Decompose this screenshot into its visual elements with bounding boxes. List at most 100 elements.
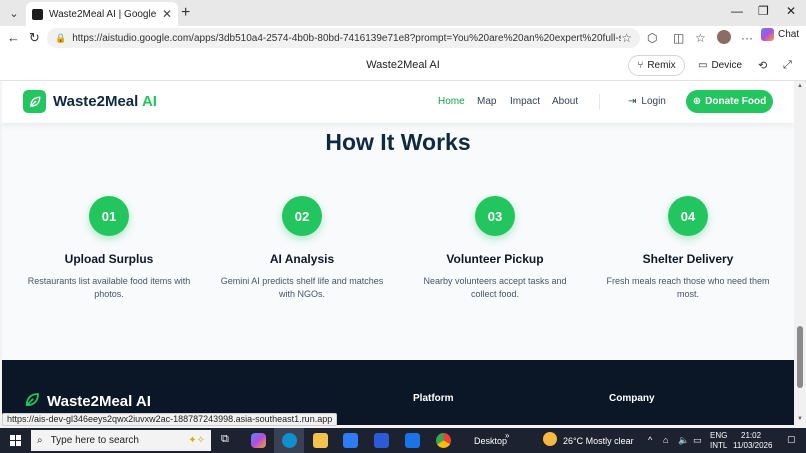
donate-food-button[interactable]: ⊕ Donate Food (686, 90, 773, 113)
clock-date[interactable]: 11/03/2026 (733, 441, 772, 450)
step-number: 04 (668, 196, 708, 236)
plus-circle-icon: ⊕ (692, 96, 702, 107)
login-label: Login (641, 96, 666, 107)
donate-label: Donate Food (705, 96, 767, 107)
rotate-icon[interactable]: ⟲ (758, 59, 767, 72)
clock-time[interactable]: 21:02 (741, 431, 761, 440)
new-tab-icon[interactable]: + (181, 4, 190, 22)
studio-app-title: Waste2Meal AI (366, 59, 440, 71)
device-icon: ▭ (697, 60, 708, 71)
nav-impact[interactable]: Impact (510, 96, 540, 107)
more-options-icon[interactable]: ··· (741, 31, 753, 45)
browser-tab-active[interactable]: Waste2Meal AI | Google AI Studio ✕ (26, 2, 178, 26)
store-icon[interactable] (343, 433, 358, 448)
brand-name-text: Waste2Meal (53, 93, 139, 110)
copilot-icon (761, 28, 774, 41)
nav-divider (599, 94, 600, 110)
step-title: Shelter Delivery (642, 252, 734, 266)
footer-brand-name: Waste2Meal AI (47, 393, 151, 410)
edge-browser-icon[interactable] (282, 433, 297, 448)
battery-icon[interactable]: ▭ (693, 435, 702, 446)
app-preview: Waste2Meal AI Home Map Impact About ⇥ Lo… (2, 81, 794, 425)
file-explorer-icon[interactable] (313, 433, 328, 448)
refresh-icon[interactable]: ↻ (29, 30, 40, 46)
leaf-logo-icon (23, 90, 46, 113)
footer-brand[interactable]: Waste2Meal AI (23, 391, 151, 412)
taskbar-search[interactable]: ⌕ Type here to search ✦✧ (31, 430, 211, 451)
search-placeholder: Type here to search (50, 435, 139, 446)
weather-text[interactable]: 26°C Mostly clear (563, 436, 634, 446)
brand-name-ai: AI (141, 93, 157, 110)
footer-heading-platform: Platform (413, 393, 454, 404)
step-number: 02 (282, 196, 322, 236)
maximize-icon[interactable]: ❐ (758, 4, 769, 18)
split-screen-icon[interactable]: ◫ (673, 31, 684, 45)
back-icon[interactable]: ← (7, 30, 20, 45)
tray-chevron-icon[interactable]: ^ (648, 435, 652, 445)
chrome-icon[interactable] (436, 433, 451, 448)
leaf-icon (23, 391, 41, 412)
task-view-icon[interactable]: ⧉ (221, 433, 236, 448)
login-icon: ⇥ (628, 96, 637, 107)
step-description: Restaurants list available food items wi… (27, 276, 191, 299)
studio-header: Waste2Meal AI ⑂ Remix ▭ Device ⟲ ⤢ (0, 50, 806, 81)
weather-icon[interactable] (543, 432, 557, 446)
favorites-icon[interactable]: ☆ (695, 31, 706, 45)
lang-code[interactable]: ENG (710, 431, 727, 440)
brand[interactable]: Waste2Meal AI (23, 90, 157, 113)
copilot-taskbar-icon[interactable] (251, 433, 266, 448)
url-text[interactable]: https://aistudio.google.com/apps/3db510a… (72, 33, 621, 44)
step-title: Upload Surplus (64, 252, 154, 266)
scrollbar-thumb[interactable] (797, 326, 803, 388)
step-description: Fresh meals reach those who need them mo… (606, 276, 770, 299)
section-title: How It Works (325, 129, 471, 155)
profile-avatar[interactable] (717, 30, 731, 44)
step-description: Nearby volunteers accept tasks and colle… (423, 276, 567, 299)
scroll-up-icon[interactable]: ▲ (797, 83, 803, 89)
remix-icon: ⑂ (637, 60, 644, 71)
step-card: 01 Upload Surplus Restaurants list avail… (14, 196, 204, 301)
scroll-down-icon[interactable]: ▼ (797, 416, 803, 422)
favorite-star-icon[interactable]: ☆ (621, 31, 632, 45)
copilot-label: Chat (778, 29, 800, 40)
network-icon[interactable]: ⌂ (663, 435, 668, 445)
site-info-icon[interactable]: 🔒 (55, 33, 66, 44)
app-navbar: Waste2Meal AI Home Map Impact About ⇥ Lo… (2, 81, 794, 123)
step-title: Volunteer Pickup (446, 252, 544, 266)
browser-tab-strip: ⌄ Waste2Meal AI | Google AI Studio ✕ + —… (0, 0, 806, 26)
search-icon: ⌕ (37, 435, 43, 446)
notification-icon[interactable]: ▢ (787, 434, 796, 445)
nav-home[interactable]: Home (438, 96, 465, 107)
tab-list-icon[interactable]: ⌄ (4, 3, 24, 23)
remix-button[interactable]: ⑂ Remix (628, 55, 685, 76)
brand-name: Waste2Meal AI (53, 93, 157, 110)
login-link[interactable]: ⇥ Login (628, 96, 666, 107)
word-icon[interactable] (374, 433, 389, 448)
remix-label: Remix (647, 60, 676, 71)
desktop-label[interactable]: Desktop (474, 436, 507, 446)
tab-close-icon[interactable]: ✕ (162, 7, 172, 21)
desktop-chevron-icon[interactable]: » (505, 431, 509, 440)
minimize-icon[interactable]: — (731, 4, 743, 18)
tab-favicon-icon (32, 8, 43, 20)
nav-map[interactable]: Map (477, 96, 496, 107)
tab-title: Waste2Meal AI | Google AI Studio (49, 8, 158, 20)
nav-about[interactable]: About (552, 96, 578, 107)
extensions-icon[interactable]: ⬡ (647, 31, 657, 45)
step-card: 04 Shelter Delivery Fresh meals reach th… (593, 196, 783, 301)
step-description: Gemini AI predicts shelf life and matche… (220, 276, 384, 299)
step-title: AI Analysis (269, 252, 335, 266)
copilot-chat-button[interactable]: Chat (761, 28, 799, 41)
lang-layout[interactable]: INTL (710, 441, 727, 450)
windows-start-icon[interactable] (10, 435, 21, 446)
footer-heading-company: Company (609, 393, 655, 404)
address-bar[interactable]: 🔒 https://aistudio.google.com/apps/3db51… (47, 28, 640, 48)
browser-toolbar: ← ↻ 🔒 https://aistudio.google.com/apps/3… (0, 26, 806, 50)
sparkle-icon: ✦✧ (188, 435, 205, 446)
close-window-icon[interactable]: ✕ (786, 4, 796, 18)
fullscreen-icon[interactable]: ⤢ (783, 59, 792, 72)
volume-icon[interactable]: 🔈 (678, 435, 689, 446)
step-card: 02 AI Analysis Gemini AI predicts shelf … (207, 196, 397, 301)
device-button[interactable]: ▭ Device (694, 55, 746, 76)
outlook-icon[interactable] (405, 433, 420, 448)
